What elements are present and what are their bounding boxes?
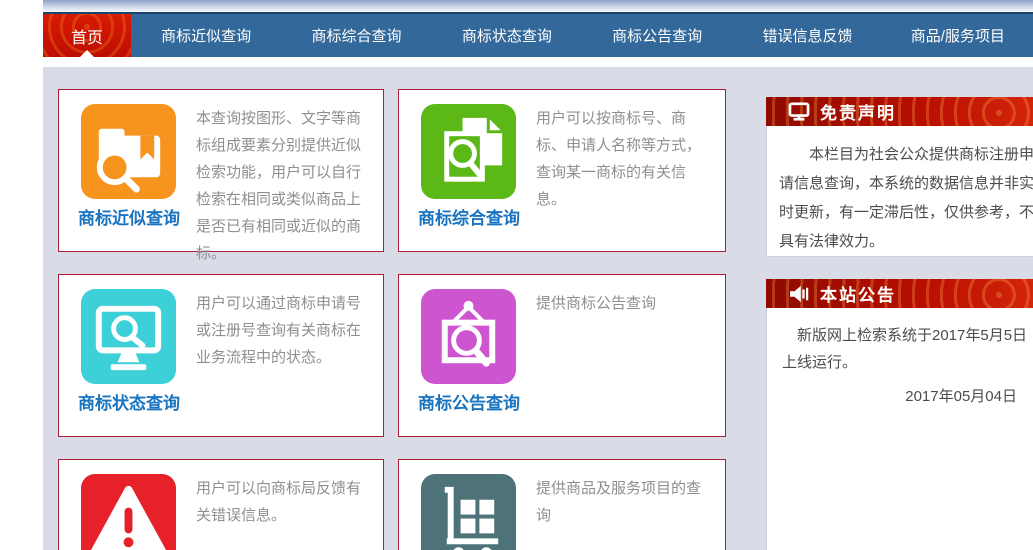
frame-search-icon [421, 289, 516, 384]
card-description: 用户可以通过商标申请号或注册号查询有关商标在业务流程中的状态。 [196, 290, 374, 371]
card-title[interactable]: 商标近似查询 [61, 204, 197, 229]
card-error-feedback[interactable]: 用户可以向商标局反馈有关错误信息。 [58, 459, 384, 550]
document-search-icon [421, 104, 516, 199]
nav-item-home[interactable]: 首页 [43, 14, 131, 57]
notice-box: 本站公告 新版网上检索系统于2017年5月5日上线运行。 2017年05月04日 [766, 279, 1033, 550]
card-goods-services[interactable]: 提供商品及服务项目的查询 [398, 459, 726, 550]
sidebar: 免责声明 本栏目为社会公众提供商标注册申请信息查询，本系统的数据信息并非实时更新… [766, 97, 1033, 550]
card-description: 本查询按图形、文字等商标组成要素分别提供近似检索功能，用户可以自行检索在相同或类… [196, 105, 374, 267]
card-trademark-status-search[interactable]: 商标状态查询 用户可以通过商标申请号或注册号查询有关商标在业务流程中的状态。 [58, 274, 384, 437]
card-trademark-comprehensive-search[interactable]: 商标综合查询 用户可以按商标号、商标、申请人名称等方式，查询某一商标的有关信息。 [398, 89, 726, 252]
nav-item-label: 首页 [71, 24, 103, 48]
folder-search-icon [81, 104, 176, 199]
nav-item-label: 错误信息反馈 [762, 25, 852, 46]
notice-body: 新版网上检索系统于2017年5月5日上线运行。 2017年05月04日 [766, 308, 1033, 550]
banner-strip [43, 0, 1033, 12]
active-tab-notch [80, 50, 94, 57]
warning-icon [81, 474, 176, 550]
cards-grid: 商标近似查询 本查询按图形、文字等商标组成要素分别提供近似检索功能，用户可以自行… [58, 89, 726, 550]
card-title[interactable]: 商标状态查询 [61, 389, 197, 414]
disclaimer-header: 免责声明 [766, 97, 1033, 126]
disclaimer-body: 本栏目为社会公众提供商标注册申请信息查询，本系统的数据信息并非实时更新，有一定滞… [766, 126, 1033, 257]
notice-title: 本站公告 [820, 281, 896, 306]
nav-item-label: 商标近似查询 [161, 25, 251, 46]
nav-item-label: 商品/服务项目 [911, 25, 1005, 46]
notice-header: 本站公告 [766, 279, 1033, 308]
card-title[interactable]: 商标公告查询 [401, 389, 537, 414]
nav-item-similar-search[interactable]: 商标近似查询 [131, 14, 281, 57]
nav-item-label: 商标公告查询 [612, 25, 702, 46]
nav-item-label: 商标综合查询 [311, 25, 401, 46]
monitor-icon [788, 102, 810, 121]
disclaimer-title: 免责声明 [820, 99, 896, 124]
card-description: 提供商品及服务项目的查询 [536, 475, 714, 529]
disclaimer-box: 免责声明 本栏目为社会公众提供商标注册申请信息查询，本系统的数据信息并非实时更新… [766, 97, 1033, 257]
monitor-search-icon [81, 289, 176, 384]
card-description: 用户可以向商标局反馈有关错误信息。 [196, 475, 374, 529]
nav-item-label: 商标状态查询 [462, 25, 552, 46]
main-nav: 首页 商标近似查询 商标综合查询 商标状态查询 商标公告查询 错误信息反馈 商品… [43, 12, 1033, 57]
nav-item-status-search[interactable]: 商标状态查询 [432, 14, 582, 57]
card-title[interactable]: 商标综合查询 [401, 204, 537, 229]
notice-date: 2017年05月04日 [767, 385, 1033, 406]
page: 首页 商标近似查询 商标综合查询 商标状态查询 商标公告查询 错误信息反馈 商品… [0, 0, 1033, 550]
cart-grid-icon [421, 474, 516, 550]
card-description: 提供商标公告查询 [536, 290, 714, 317]
nav-item-comprehensive-search[interactable]: 商标综合查询 [281, 14, 431, 57]
card-description: 用户可以按商标号、商标、申请人名称等方式，查询某一商标的有关信息。 [536, 105, 714, 213]
nav-item-goods-services[interactable]: 商品/服务项目 [883, 14, 1033, 57]
notice-text[interactable]: 新版网上检索系统于2017年5月5日上线运行。 [767, 308, 1033, 376]
nav-item-gazette-search[interactable]: 商标公告查询 [582, 14, 732, 57]
disclaimer-text: 本栏目为社会公众提供商标注册申请信息查询，本系统的数据信息并非实时更新，有一定滞… [767, 126, 1033, 256]
card-trademark-similar-search[interactable]: 商标近似查询 本查询按图形、文字等商标组成要素分别提供近似检索功能，用户可以自行… [58, 89, 384, 252]
speaker-icon [788, 285, 810, 303]
card-trademark-gazette-search[interactable]: 商标公告查询 提供商标公告查询 [398, 274, 726, 437]
nav-item-error-feedback[interactable]: 错误信息反馈 [732, 14, 882, 57]
